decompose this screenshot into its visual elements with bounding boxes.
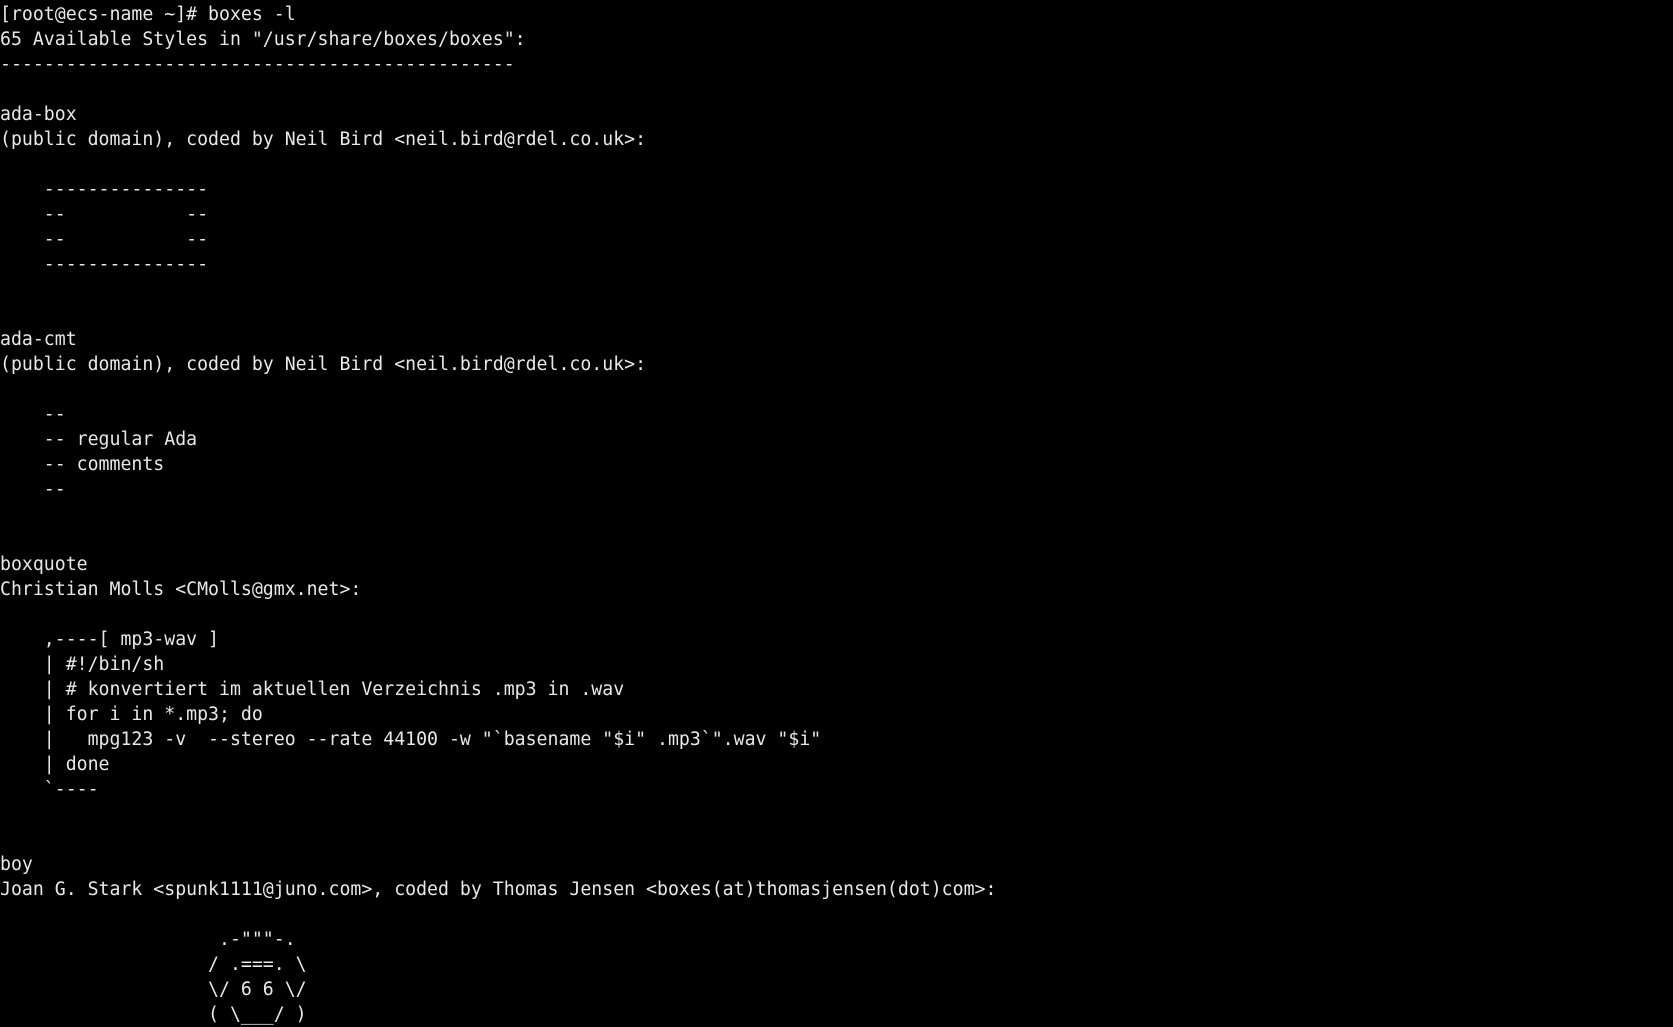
- terminal-line: | for i in *.mp3; do: [0, 704, 263, 725]
- terminal-line: | # konvertiert im aktuellen Verzeichnis…: [0, 679, 625, 700]
- terminal-line: ( \___/ ): [0, 1004, 307, 1025]
- terminal-line: boxquote: [0, 554, 88, 575]
- terminal-line: -- --: [0, 229, 209, 250]
- terminal-line: `----: [0, 779, 99, 800]
- terminal-line: ----------------------------------------…: [0, 54, 515, 75]
- terminal-line: ---------------: [0, 254, 209, 275]
- terminal-line: / .===. \: [0, 954, 307, 975]
- terminal-line: (public domain), coded by Neil Bird <nei…: [0, 354, 647, 375]
- terminal-line: [root@ecs-name ~]# boxes -l: [0, 4, 296, 25]
- terminal-window[interactable]: [root@ecs-name ~]# boxes -l 65 Available…: [0, 0, 1673, 1027]
- terminal-line: -- --: [0, 204, 209, 225]
- terminal-line: --: [0, 479, 66, 500]
- terminal-line: boy: [0, 854, 33, 875]
- terminal-line: Joan G. Stark <spunk1111@juno.com>, code…: [0, 879, 997, 900]
- terminal-line: -- regular Ada: [0, 429, 198, 450]
- terminal-line: | done: [0, 754, 110, 775]
- terminal-line: | mpg123 -v --stereo --rate 44100 -w "`b…: [0, 729, 822, 750]
- terminal-line: \/ 6 6 \/: [0, 979, 307, 1000]
- terminal-line: -- comments: [0, 454, 165, 475]
- terminal-line: ada-cmt: [0, 329, 77, 350]
- terminal-line: Christian Molls <CMolls@gmx.net>:: [0, 579, 362, 600]
- terminal-line: --: [0, 404, 66, 425]
- terminal-line: ada-box: [0, 104, 77, 125]
- terminal-line: ---------------: [0, 179, 209, 200]
- terminal-line: | #!/bin/sh: [0, 654, 165, 675]
- terminal-line: ,----[ mp3-wav ]: [0, 629, 219, 650]
- terminal-line: (public domain), coded by Neil Bird <nei…: [0, 129, 647, 150]
- terminal-line: .-"""-.: [0, 929, 296, 950]
- terminal-line: 65 Available Styles in "/usr/share/boxes…: [0, 29, 526, 50]
